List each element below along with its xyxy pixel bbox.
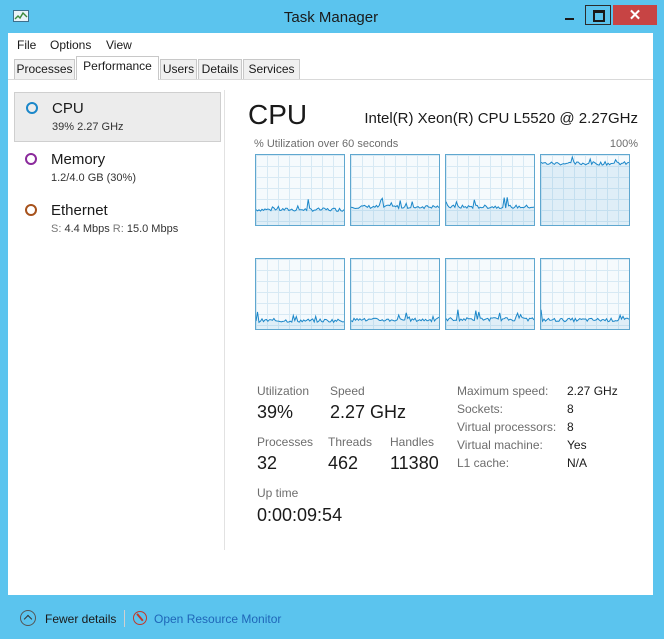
fewer-details-link[interactable]: Fewer details <box>45 612 116 626</box>
footer-separator <box>124 610 125 627</box>
utilization-graph-max: 100% <box>609 138 638 150</box>
virtual-processors-label: Virtual processors: <box>457 420 557 434</box>
resource-sidebar: CPU 39% 2.27 GHz Memory 1.2/4.0 GB (30%)… <box>14 92 221 542</box>
handles-label: Handles <box>390 435 435 449</box>
footer-bar: Fewer details Open Resource Monitor <box>8 601 653 639</box>
uptime-label: Up time <box>257 486 299 500</box>
threads-value: 462 <box>328 453 359 473</box>
cpu-core-graph-1 <box>255 154 345 226</box>
menu-file[interactable]: File <box>17 38 36 52</box>
cpu-core-trace-fill <box>256 199 344 225</box>
menu-options[interactable]: Options <box>50 38 91 52</box>
cpu-core-graph-7 <box>445 258 535 330</box>
cpu-core-trace-fill <box>351 198 439 225</box>
utilization-graph-label: % Utilization over 60 seconds <box>254 138 399 150</box>
threads-label: Threads <box>328 435 373 449</box>
ethernet-recv-label: R: <box>112 223 124 235</box>
maximize-button[interactable] <box>585 5 611 25</box>
max-speed-label: Maximum speed: <box>457 384 549 398</box>
cpu-panel-title: CPU <box>248 99 308 130</box>
cpu-core-graph-8 <box>540 258 630 330</box>
sidebar-item-memory[interactable]: Memory 1.2/4.0 GB (30%) <box>14 144 221 194</box>
cpu-core-trace-fill <box>541 157 629 225</box>
sidebar-ethernet-detail: S: 4.4 Mbps R: 15.0 Mbps <box>51 223 178 235</box>
sidebar-cpu-detail: 39% 2.27 GHz <box>52 121 124 133</box>
l1-cache-label: L1 cache: <box>457 456 510 470</box>
sidebar-item-cpu[interactable]: CPU 39% 2.27 GHz <box>14 92 221 142</box>
sidebar-ethernet-title: Ethernet <box>51 202 108 219</box>
close-icon: ✕ <box>628 7 642 24</box>
cpu-core-graph-6 <box>350 258 440 330</box>
performance-content: CPU 39% 2.27 GHz Memory 1.2/4.0 GB (30%)… <box>8 80 653 627</box>
cpu-core-trace-svg <box>541 155 629 225</box>
menu-view[interactable]: View <box>106 38 132 52</box>
utilization-label: Utilization <box>257 384 310 398</box>
cpu-circle-icon <box>26 102 38 114</box>
utilization-value: 39% <box>257 402 294 422</box>
handles-value: 11380 <box>390 453 439 473</box>
virtual-machine-value: Yes <box>567 438 587 452</box>
ethernet-circle-icon <box>25 204 37 216</box>
cpu-core-trace-svg <box>446 309 534 329</box>
cpu-core-trace-svg <box>256 311 344 329</box>
tab-services[interactable]: Services <box>243 59 300 79</box>
processes-label: Processes <box>257 435 314 449</box>
cpu-panel: CPU Intel(R) Xeon(R) CPU L5520 @ 2.27GHz… <box>225 80 653 560</box>
processes-value: 32 <box>257 453 278 473</box>
open-resource-monitor-link[interactable]: Open Resource Monitor <box>154 612 281 626</box>
cpu-core-graph-2 <box>350 154 440 226</box>
minimize-button[interactable] <box>557 5 582 25</box>
title-bar[interactable]: Task Manager ✕ <box>5 0 657 33</box>
max-speed-value: 2.27 GHz <box>567 384 618 398</box>
chevron-up-icon[interactable] <box>20 610 36 626</box>
tab-performance[interactable]: Performance <box>76 56 159 80</box>
memory-circle-icon <box>25 153 37 165</box>
sidebar-cpu-title: CPU <box>52 100 84 117</box>
menu-bar: File Options View <box>8 33 653 55</box>
cpu-core-trace-fill <box>446 197 534 225</box>
virtual-processors-value: 8 <box>567 420 574 434</box>
speed-value: 2.27 GHz <box>330 402 407 422</box>
cpu-core-graph-4 <box>540 154 630 226</box>
speed-label: Speed <box>330 384 365 398</box>
cpu-core-trace-line <box>256 199 344 213</box>
cpu-core-trace-svg <box>351 197 439 225</box>
sockets-value: 8 <box>567 402 574 416</box>
cpu-core-trace-svg <box>541 309 629 329</box>
cpu-core-graph-5 <box>255 258 345 330</box>
cpu-core-trace-line <box>446 197 534 210</box>
cpu-model-name: Intel(R) Xeon(R) CPU L5520 @ 2.27GHz <box>364 110 638 127</box>
cpu-core-trace-svg <box>351 312 439 329</box>
task-manager-window: Task Manager ✕ File Options View Process… <box>5 0 657 627</box>
ethernet-send-value: 4.4 Mbps <box>64 223 110 235</box>
sidebar-memory-title: Memory <box>51 151 106 168</box>
l1-cache-value: N/A <box>567 456 588 470</box>
resource-monitor-icon[interactable] <box>133 611 147 625</box>
sidebar-memory-detail: 1.2/4.0 GB (30%) <box>51 172 136 184</box>
ethernet-recv-value: 15.0 Mbps <box>126 223 179 235</box>
cpu-core-graph-3 <box>445 154 535 226</box>
ethernet-send-label: S: <box>51 223 62 235</box>
close-button[interactable]: ✕ <box>613 5 657 25</box>
sockets-label: Sockets: <box>457 402 504 416</box>
tab-processes[interactable]: Processes <box>14 59 75 79</box>
cpu-core-trace-svg <box>256 199 344 225</box>
uptime-value: 0:00:09:54 <box>257 505 343 525</box>
tab-details[interactable]: Details <box>198 59 242 79</box>
sidebar-item-ethernet[interactable]: Ethernet S: 4.4 Mbps R: 15.0 Mbps <box>14 195 221 245</box>
tab-bar: Processes Performance Users Details Serv… <box>8 55 653 80</box>
client-area: File Options View Processes Performance … <box>8 33 653 627</box>
tab-users[interactable]: Users <box>160 59 197 79</box>
virtual-machine-label: Virtual machine: <box>457 438 543 452</box>
cpu-core-trace-svg <box>446 197 534 225</box>
